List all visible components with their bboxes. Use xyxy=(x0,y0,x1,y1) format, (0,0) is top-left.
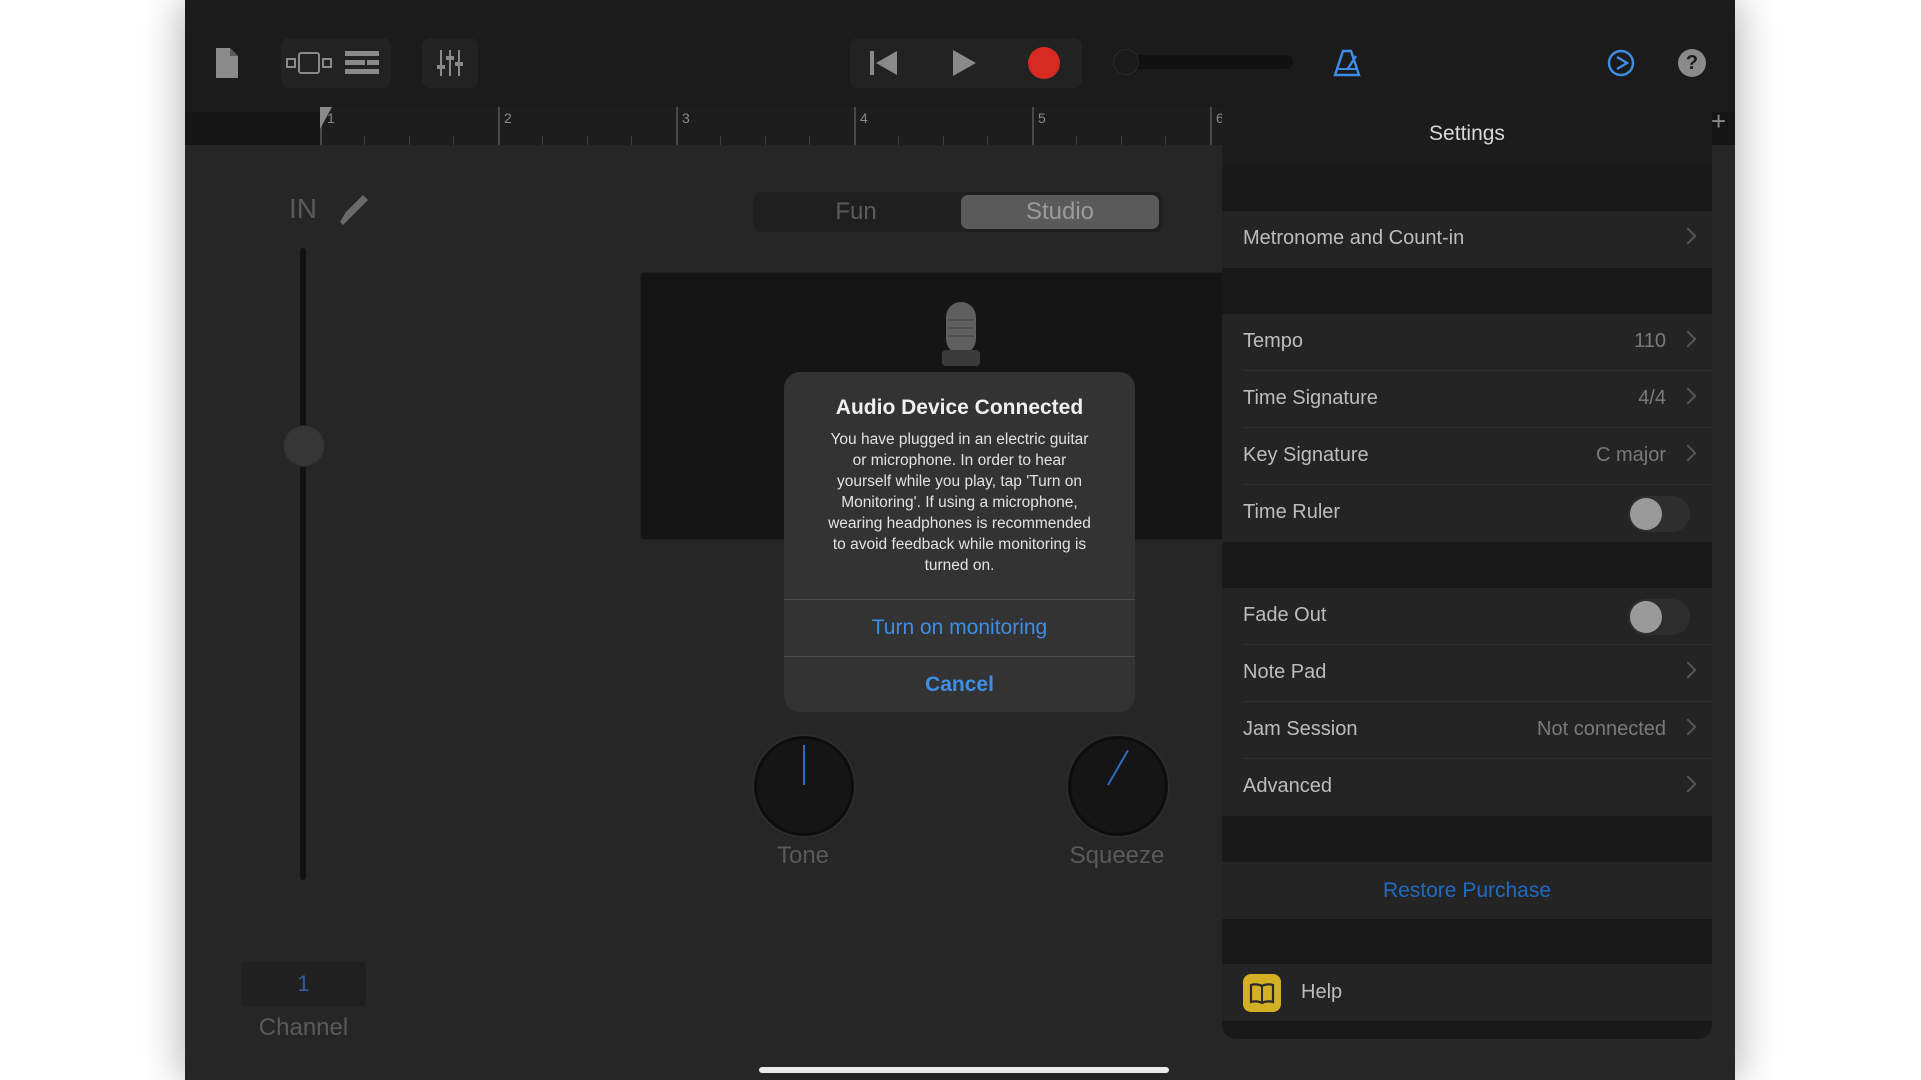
help-row[interactable]: Help xyxy=(1222,964,1712,1021)
row-label: Metronome and Count-in xyxy=(1243,227,1465,249)
play-icon[interactable] xyxy=(935,44,993,82)
note-pad-row[interactable]: Note Pad xyxy=(1222,645,1712,702)
mixer-icon[interactable] xyxy=(426,44,474,82)
playhead-position-slider[interactable] xyxy=(1113,49,1293,75)
microphone-icon xyxy=(938,302,984,374)
row-label: Fade Out xyxy=(1243,604,1327,626)
row-value: C major xyxy=(1595,444,1666,466)
alert-message-line: or microphone. In order to hear xyxy=(852,452,1067,469)
advanced-row[interactable]: Advanced xyxy=(1222,759,1712,816)
tone-knob[interactable] xyxy=(754,736,854,836)
fade-out-toggle[interactable] xyxy=(1628,599,1690,635)
alert-message-line: You have plugged in an electric guitar xyxy=(830,431,1089,448)
add-track-icon[interactable]: + xyxy=(1711,106,1726,137)
input-level-thumb[interactable] xyxy=(283,425,325,467)
row-label: Tempo xyxy=(1243,330,1304,352)
row-label: Note Pad xyxy=(1243,661,1327,683)
alert-message-line: to avoid feedback while monitoring is xyxy=(832,536,1087,553)
jam-session-row[interactable]: Jam Session Not connected xyxy=(1222,702,1712,759)
playhead-thumb[interactable] xyxy=(1113,49,1139,75)
chevron-right-icon xyxy=(1679,387,1697,405)
row-label: Advanced xyxy=(1243,775,1332,797)
audio-device-alert: Audio Device Connected You have plugged … xyxy=(784,372,1135,712)
settings-group: Metronome and Count-in xyxy=(1222,211,1712,268)
alert-message-line: Monitoring'. If using a microphone, xyxy=(841,494,1078,511)
rewind-icon[interactable] xyxy=(855,44,913,82)
mode-studio-tab[interactable]: Studio xyxy=(961,195,1159,229)
squeeze-knob[interactable] xyxy=(1068,736,1168,836)
metronome-icon[interactable] xyxy=(1327,44,1367,82)
mode-segmented-control: Fun Studio xyxy=(753,192,1163,232)
popover-header: Settings xyxy=(1222,103,1712,167)
row-value: 4/4 xyxy=(1638,387,1666,409)
ruler-bar-number: 3 xyxy=(682,110,690,126)
chevron-right-icon xyxy=(1679,718,1697,736)
input-settings-icon[interactable] xyxy=(337,192,373,228)
row-value: 110 xyxy=(1634,330,1666,352)
row-label: Time Ruler xyxy=(1243,501,1341,523)
tracks-view-icon[interactable] xyxy=(283,44,335,82)
alert-message-line: yourself while you play, tap 'Turn on xyxy=(836,473,1083,490)
help-label: Help xyxy=(1301,981,1343,1003)
ruler-bar-number: 2 xyxy=(504,110,512,126)
input-label: IN xyxy=(289,193,317,224)
list-view-icon[interactable] xyxy=(337,44,387,82)
key-signature-row[interactable]: Key Signature C major xyxy=(1222,428,1712,485)
tempo-row[interactable]: Tempo 110 xyxy=(1222,314,1712,371)
book-icon xyxy=(1243,974,1281,1012)
chevron-right-icon xyxy=(1679,661,1697,679)
row-label: Time Signature xyxy=(1243,387,1378,409)
chevron-right-icon xyxy=(1679,444,1697,462)
playhead-marker[interactable] xyxy=(320,107,332,129)
time-ruler-row: Time Ruler xyxy=(1222,485,1712,542)
alert-message-line: turned on. xyxy=(924,557,995,574)
tone-knob-label: Tone xyxy=(776,842,830,869)
cancel-button[interactable]: Cancel xyxy=(784,657,1135,712)
alert-message-line: wearing headphones is recommended xyxy=(828,515,1091,532)
chevron-right-icon xyxy=(1679,330,1697,348)
record-icon[interactable] xyxy=(1015,44,1073,82)
input-level-slider[interactable] xyxy=(300,248,306,880)
toolbar: ? xyxy=(185,0,1735,112)
time-ruler-toggle[interactable] xyxy=(1628,496,1690,532)
fade-out-row: Fade Out xyxy=(1222,588,1712,645)
chevron-right-icon xyxy=(1679,775,1697,793)
document-icon[interactable] xyxy=(210,44,244,82)
alert-title: Audio Device Connected xyxy=(835,396,1084,419)
home-indicator[interactable] xyxy=(759,1067,1169,1073)
turn-on-monitoring-button[interactable]: Turn on monitoring xyxy=(784,600,1135,656)
ruler-bar-number: 5 xyxy=(1038,110,1046,126)
metronome-row[interactable]: Metronome and Count-in xyxy=(1222,211,1712,268)
row-value: Not connected xyxy=(1537,718,1666,740)
channel-label: Channel xyxy=(258,1014,349,1041)
row-label: Key Signature xyxy=(1243,444,1369,466)
time-signature-row[interactable]: Time Signature 4/4 xyxy=(1222,371,1712,428)
settings-icon[interactable] xyxy=(1603,44,1639,82)
squeeze-knob-label: Squeeze xyxy=(1069,842,1165,869)
channel-selector[interactable]: 1 xyxy=(241,962,366,1006)
mode-fun-tab[interactable]: Fun xyxy=(757,195,955,229)
popover-title: Settings xyxy=(1429,122,1505,145)
alert-message: You have plugged in an electric guitar o… xyxy=(806,429,1113,576)
settings-group: Fade Out Note Pad Jam Session Not connec… xyxy=(1222,588,1712,816)
row-label: Jam Session xyxy=(1243,718,1358,740)
help-icon[interactable]: ? xyxy=(1674,44,1710,82)
settings-popover: Settings Metronome and Count-in Tempo 11… xyxy=(1222,103,1712,1039)
ruler-bar-number: 4 xyxy=(860,110,868,126)
settings-group: Tempo 110 Time Signature 4/4 Key Signatu… xyxy=(1222,314,1712,542)
app-screen: ? 1 2 3 4 5 6 IN Fun Studio Tone Squeeze… xyxy=(185,0,1735,1080)
restore-purchase-button[interactable]: Restore Purchase xyxy=(1222,862,1712,919)
chevron-right-icon xyxy=(1679,227,1697,245)
